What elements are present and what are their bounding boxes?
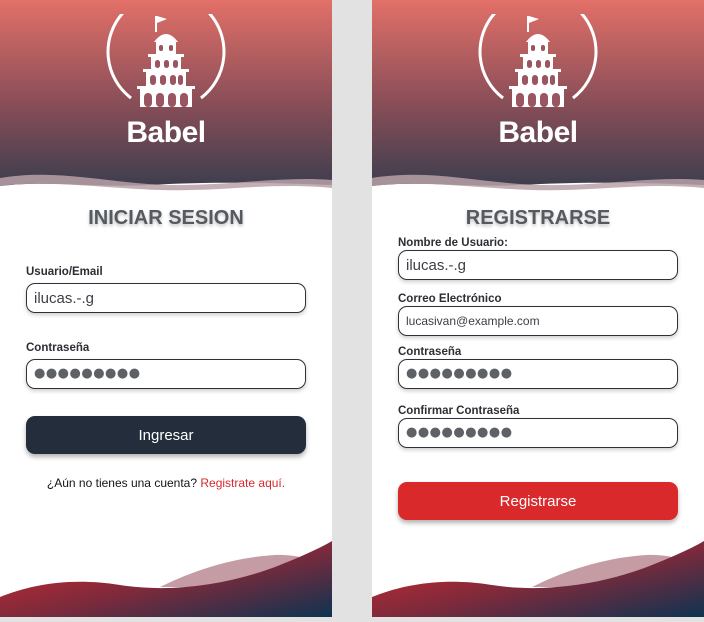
login-button[interactable]: Ingresar: [26, 416, 306, 454]
register-screen: Babel REGISTRARSE Nombre de Usuario: Cor…: [372, 0, 704, 617]
confirm-password-input[interactable]: ●●●●●●●●●: [398, 418, 678, 448]
login-screen: Babel INICIAR SESION Usuario/Email Contr…: [0, 0, 332, 617]
page-title: INICIAR SESION: [88, 207, 244, 229]
babel-tower-logo-icon: [478, 14, 598, 107]
brand-name: Babel: [498, 116, 578, 149]
babel-tower-logo-icon: [106, 14, 226, 107]
confirm-password-label: Confirmar Contraseña: [398, 405, 520, 417]
page-title: REGISTRARSE: [465, 207, 611, 229]
signup-prompt: ¿Aún no tienes una cuenta? Registrate aq…: [0, 476, 332, 490]
no-account-text: ¿Aún no tienes una cuenta?: [46, 476, 198, 490]
brand-name: Babel: [126, 116, 206, 149]
username-input[interactable]: [398, 250, 678, 280]
username-label: Usuario/Email: [26, 266, 103, 278]
register-link[interactable]: Registrate aquí.: [200, 476, 285, 490]
password-input[interactable]: ●●●●●●●●●: [398, 359, 678, 389]
password-input[interactable]: ●●●●●●●●●: [26, 359, 306, 389]
username-input[interactable]: [26, 283, 306, 313]
register-button[interactable]: Registrarse: [398, 482, 678, 520]
email-input[interactable]: [398, 306, 678, 336]
footer-wave: [372, 541, 704, 617]
footer-wave: [0, 541, 332, 617]
email-label: Correo Electrónico: [398, 293, 502, 305]
password-label: Contraseña: [26, 342, 90, 354]
username-label: Nombre de Usuario:: [398, 237, 508, 249]
password-label: Contraseña: [398, 346, 462, 358]
